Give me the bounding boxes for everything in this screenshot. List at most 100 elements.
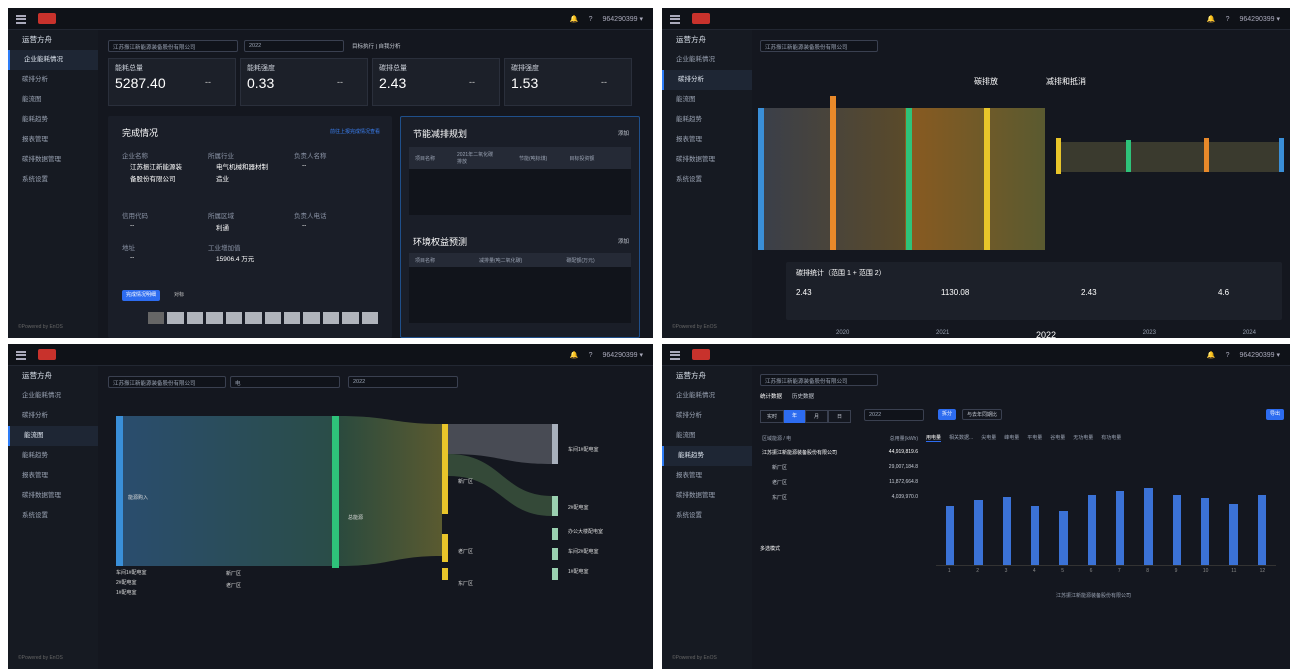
sidebar-item-trend[interactable]: 能耗趋势 [662,446,752,466]
env-add-button[interactable]: 添加 [618,237,629,245]
plan-add-button[interactable]: 添加 [618,129,629,137]
sidebar-item-report[interactable]: 报表管理 [662,130,752,150]
sidebar-title[interactable]: 运营方舟 [662,30,752,50]
sidebar-item-flow[interactable]: 能流图 [662,90,752,110]
year-timeline[interactable]: 2020 2021 2022 2023 2024 [836,330,1256,338]
powered-by: ©Powered by EnOS [672,655,717,661]
help-icon[interactable]: ? [1226,352,1230,359]
value-company: 江苏振江新能源装备股份有限公司 [130,164,182,183]
sankey-node [1204,138,1209,172]
metric-tab: 用电量 [926,435,942,442]
period-option: 月 [805,410,829,423]
plan-card: 节能减排规划 添加 项目名称 2021年二氧化碳排放 节能(吨标煤) 目标投资额 环境… [400,116,640,338]
company-select[interactable]: 江苏振江新能源装备股份有限公司 [760,374,878,386]
chart-tick-label: 1 [947,568,951,574]
export-button[interactable]: 导出 [1265,409,1284,420]
yoy-button[interactable]: 与去年同期比 [962,409,1003,420]
stat-3: 2.43 [1081,288,1097,297]
env-empty [409,267,631,323]
bell-icon[interactable]: 🔔 [570,351,579,359]
kpi-energy-intensity: 能耗强度 0.33 -- [240,58,368,106]
sidebar-item-settings[interactable]: 系统设置 [662,170,752,190]
sidebar-item-carbon[interactable]: 碳排分析 [662,70,752,90]
detail-button[interactable]: 完成情况明细 [122,290,161,301]
stats-title: 碳排统计（范围 1 + 范围 2） [796,270,886,277]
help-icon[interactable]: ? [1226,16,1230,23]
company-select[interactable]: 江苏振江新能源装备股份有限公司 [108,40,238,52]
sidebar-item-overview[interactable]: 企业能耗情况 [8,386,98,406]
company-select[interactable]: 江苏振江新能源装备股份有限公司 [760,40,878,52]
year-select[interactable]: 2022 [348,376,458,388]
user-menu[interactable]: 964290399 ▾ [603,15,644,23]
completion-card: 完成情况 前往上报完成情况查看 企业名称 江苏振江新能源装备股份有限公司 所属行… [108,116,392,338]
menu-icon[interactable] [670,13,680,24]
sidebar-item-overview[interactable]: 企业能耗情况 [8,50,98,70]
sidebar-item-report[interactable]: 报表管理 [662,466,752,486]
metric-tab: 平电量 [1027,435,1043,441]
sidebar-item-settings[interactable]: 系统设置 [8,506,98,526]
year-select[interactable]: 2022 [244,40,344,52]
sidebar-item-trend[interactable]: 能耗趋势 [662,110,752,130]
chart-tick-label: 11 [1231,568,1237,574]
sidebar-item-trend[interactable]: 能耗趋势 [8,110,98,130]
sidebar-item-report[interactable]: 报表管理 [8,466,98,486]
energy-type-select[interactable]: 电 [230,376,340,388]
region-table: 区域能源 / 电 总用量(kWh) 江苏振江新能源装备股份有限公司 44,919,8… [760,432,920,552]
sidebar-item-overview[interactable]: 企业能耗情况 [662,50,752,70]
menu-icon[interactable] [16,13,26,24]
sidebar-item-settings[interactable]: 系统设置 [662,506,752,526]
metric-tabs[interactable]: 用电量 相关数据... 尖电量 峰电量 平电量 谷电量 无功电量 有功电量 [926,434,1121,442]
carbon-sankey [758,96,1284,250]
sidebar-title[interactable]: 运营方舟 [8,30,98,50]
help-icon[interactable]: ? [589,352,593,359]
menu-icon[interactable] [670,349,680,360]
sidebar-item-carbon[interactable]: 碳排分析 [8,70,98,90]
top-bar: 🔔? 964290399 ▾ [662,8,1290,30]
split-button[interactable]: 拆分 [938,409,957,420]
energy-sankey [116,416,558,580]
sidebar-item-settings[interactable]: 系统设置 [8,170,98,190]
sidebar-item-flow[interactable]: 能流图 [662,426,752,446]
period-option: 实时 [760,410,785,423]
chart-bar [974,500,983,565]
col-header: 项目名称 [415,155,436,162]
period-tabs[interactable]: 实时 年 月 日 [760,410,852,423]
powered-by: ©Powered by EnOS [18,324,63,330]
kpi-value: 0.33 [247,75,275,91]
sidebar-item-carbon[interactable]: 碳排分析 [662,406,752,426]
sidebar-item-carbon[interactable]: 碳排分析 [8,406,98,426]
menu-icon[interactable] [16,349,26,360]
bell-icon[interactable]: 🔔 [1207,351,1216,359]
sidebar-title[interactable]: 运营方舟 [662,366,752,386]
user-menu[interactable]: 964290399 ▾ [1240,15,1281,23]
sidebar-item-report[interactable]: 报表管理 [8,130,98,150]
out-5: 1#配电室 [568,569,589,575]
sidebar-item-trend[interactable]: 能耗趋势 [8,446,98,466]
year-select[interactable]: 2022 [864,409,924,421]
sidebar-title[interactable]: 运营方舟 [8,366,98,386]
kpi-label: 能耗总量 [115,65,143,72]
sidebar-item-flow[interactable]: 能流图 [8,90,98,110]
company-select[interactable]: 江苏振江新能源装备股份有限公司 [108,376,226,388]
view-tabs[interactable]: 目标执行 | 自我分析 [352,42,401,50]
sidebar-item-overview[interactable]: 企业能耗情况 [662,386,752,406]
metric-tab: 峰电量 [1004,435,1020,441]
sidebar-item-data[interactable]: 碳排数据管理 [8,150,98,170]
bell-icon[interactable]: 🔔 [1207,15,1216,23]
user-menu[interactable]: 964290399 ▾ [603,351,644,359]
sidebar-item-flow[interactable]: 能流图 [8,426,98,446]
bell-icon[interactable]: 🔔 [570,15,579,23]
data-tabs[interactable]: 统计数据 历史数据 [760,392,814,400]
help-icon[interactable]: ? [589,16,593,23]
label-industry: 所属行业 [208,153,234,160]
compare-button[interactable]: 对标 [170,290,188,301]
sidebar-item-data[interactable]: 碳排数据管理 [662,486,752,506]
logo [692,349,710,360]
sankey-node [1056,138,1061,174]
sidebar-item-data[interactable]: 碳排数据管理 [8,486,98,506]
user-menu[interactable]: 964290399 ▾ [1240,351,1281,359]
kpi-dash: -- [601,77,607,87]
report-link[interactable]: 前往上报完成情况查看 [330,128,380,135]
sidebar-item-data[interactable]: 碳排数据管理 [662,150,752,170]
chart-legend: 江苏振江新能源装备股份有限公司 [1056,593,1132,599]
